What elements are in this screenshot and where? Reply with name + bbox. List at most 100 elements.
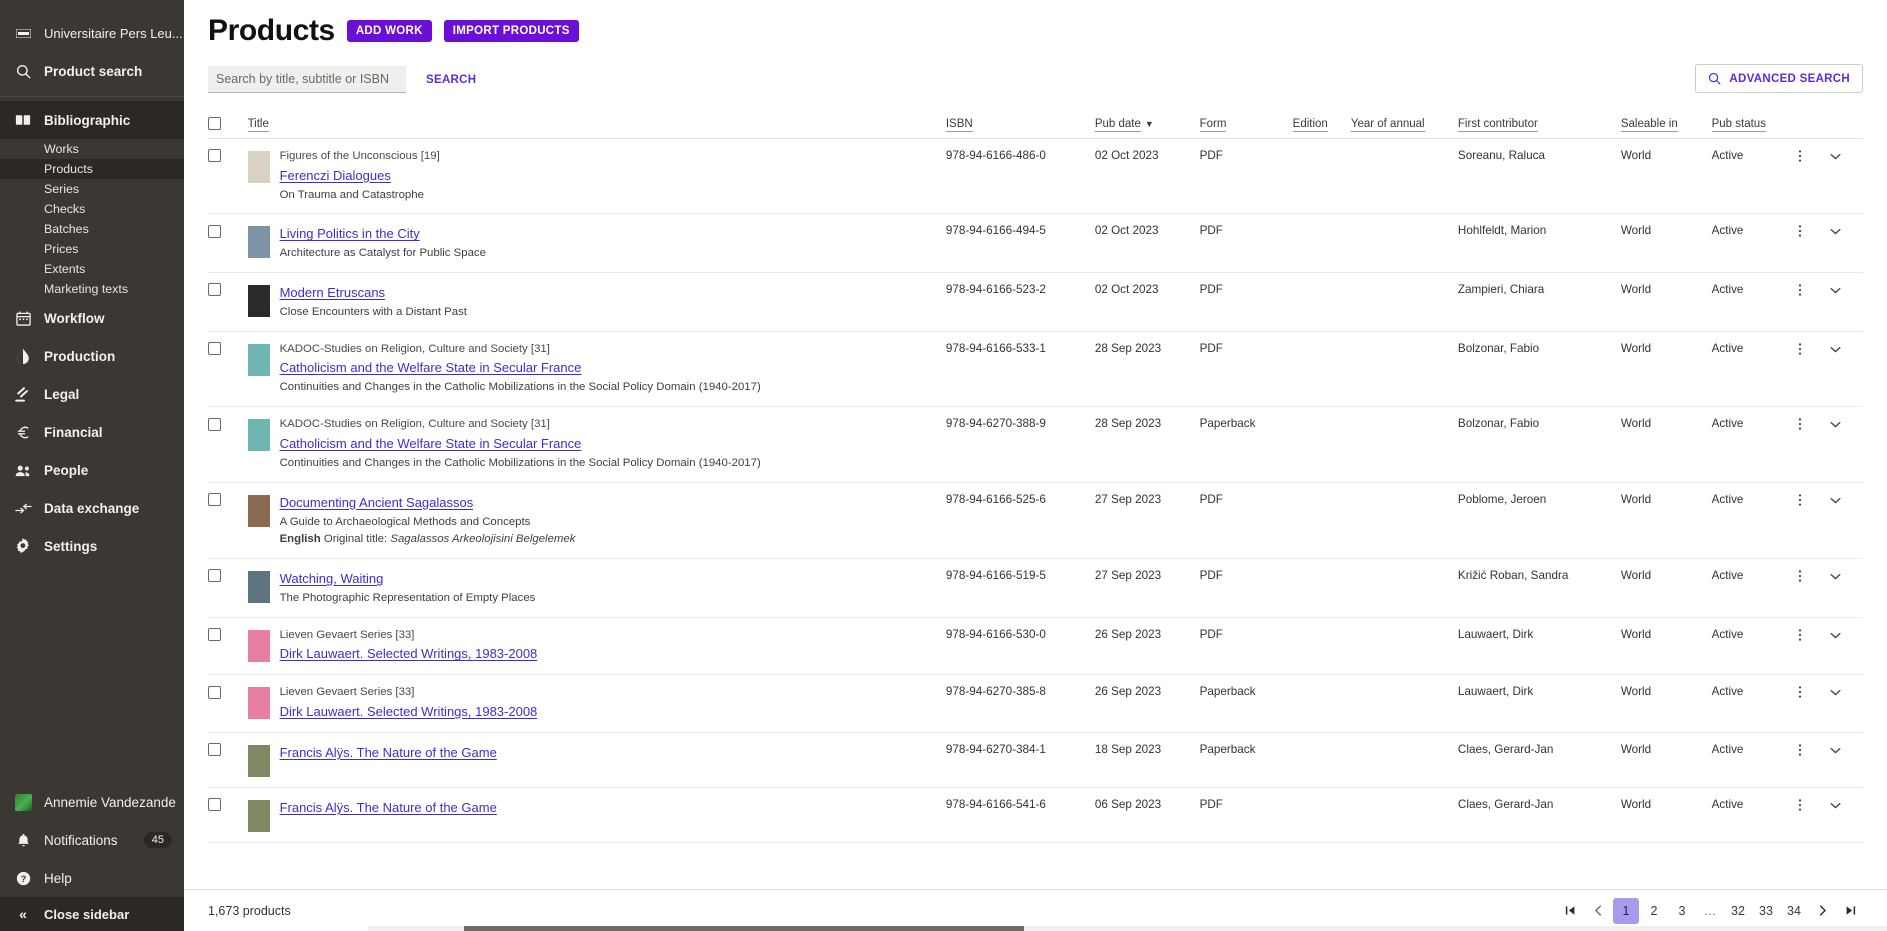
row-checkbox[interactable] bbox=[208, 569, 221, 583]
column-header-isbn[interactable]: ISBN bbox=[945, 109, 1095, 139]
row-checkbox[interactable] bbox=[208, 283, 221, 297]
chevron-down-icon[interactable] bbox=[1828, 283, 1843, 298]
row-more-actions-button[interactable] bbox=[1793, 149, 1807, 163]
horizontal-scrollbar-thumb[interactable] bbox=[464, 926, 1024, 931]
table-row[interactable]: Francis Alÿs. The Nature of the Game 978-… bbox=[208, 787, 1863, 843]
search-input[interactable] bbox=[208, 66, 406, 93]
row-more-actions-button[interactable] bbox=[1793, 493, 1807, 507]
chevron-down-icon[interactable] bbox=[1828, 743, 1843, 758]
row-title-link[interactable]: Watching, Waiting bbox=[280, 570, 384, 588]
sidebar-item-checks[interactable]: Checks bbox=[0, 199, 184, 219]
column-header-form[interactable]: Form bbox=[1199, 109, 1293, 139]
sidebar-item-products[interactable]: Products bbox=[0, 159, 184, 179]
sidebar-product-search[interactable]: Product search bbox=[0, 52, 184, 90]
row-more-actions-button[interactable] bbox=[1793, 628, 1807, 642]
sidebar-organization[interactable]: Universitaire Pers Leu... bbox=[0, 14, 184, 52]
sidebar-help[interactable]: ? Help bbox=[0, 859, 184, 897]
table-row[interactable]: Lieven Gevaert Series [33] Dirk Lauwaert.… bbox=[208, 617, 1863, 675]
sidebar-item-workflow[interactable]: Workflow bbox=[0, 299, 184, 337]
sidebar-item-settings[interactable]: Settings bbox=[0, 527, 184, 565]
row-title-link[interactable]: Documenting Ancient Sagalassos bbox=[280, 494, 474, 512]
pagination-prev-button[interactable] bbox=[1585, 898, 1611, 924]
row-checkbox[interactable] bbox=[208, 149, 221, 163]
row-more-actions-button[interactable] bbox=[1793, 417, 1807, 431]
row-more-actions-button[interactable] bbox=[1793, 685, 1807, 699]
sidebar-item-production[interactable]: Production bbox=[0, 337, 184, 375]
row-title-link[interactable]: Catholicism and the Welfare State in Sec… bbox=[280, 359, 582, 377]
row-title-link[interactable]: Modern Etruscans bbox=[280, 284, 386, 302]
chevron-down-icon[interactable] bbox=[1828, 685, 1843, 700]
pagination-page-34[interactable]: 34 bbox=[1781, 898, 1807, 924]
sidebar-item-prices[interactable]: Prices bbox=[0, 239, 184, 259]
advanced-search-button[interactable]: ADVANCED SEARCH bbox=[1695, 64, 1863, 93]
column-header-saleable-in[interactable]: Saleable in bbox=[1620, 109, 1712, 139]
table-row[interactable]: Living Politics in the City Architecture … bbox=[208, 214, 1863, 273]
sidebar-item-marketing-texts[interactable]: Marketing texts bbox=[0, 279, 184, 299]
pagination-page-33[interactable]: 33 bbox=[1753, 898, 1779, 924]
row-title-link[interactable]: Ferenczi Dialogues bbox=[280, 167, 391, 185]
column-header-first-contributor[interactable]: First contributor bbox=[1457, 109, 1621, 139]
chevron-down-icon[interactable] bbox=[1828, 628, 1843, 643]
sidebar-item-bibliographic[interactable]: Bibliographic bbox=[0, 101, 184, 139]
sidebar-item-works[interactable]: Works bbox=[0, 139, 184, 159]
table-row[interactable]: Francis Alÿs. The Nature of the Game 978-… bbox=[208, 732, 1863, 788]
sidebar-notifications[interactable]: Notifications 45 bbox=[0, 821, 184, 859]
sidebar-item-extents[interactable]: Extents bbox=[0, 259, 184, 279]
sidebar-item-legal[interactable]: Legal bbox=[0, 375, 184, 413]
sidebar-item-data-exchange[interactable]: Data exchange bbox=[0, 489, 184, 527]
column-header-edition[interactable]: Edition bbox=[1292, 109, 1351, 139]
row-checkbox[interactable] bbox=[208, 743, 221, 757]
table-row[interactable]: Modern Etruscans Close Encounters with a … bbox=[208, 273, 1863, 332]
chevron-down-icon[interactable] bbox=[1828, 149, 1843, 164]
row-title-link[interactable]: Catholicism and the Welfare State in Sec… bbox=[280, 435, 582, 453]
horizontal-scrollbar[interactable] bbox=[368, 926, 1887, 931]
pagination-page-2[interactable]: 2 bbox=[1641, 898, 1667, 924]
sidebar-item-series[interactable]: Series bbox=[0, 179, 184, 199]
add-work-button[interactable]: ADD WORK bbox=[346, 20, 432, 42]
sidebar-item-financial[interactable]: Financial bbox=[0, 413, 184, 451]
row-title-link[interactable]: Francis Alÿs. The Nature of the Game bbox=[280, 799, 497, 817]
chevron-down-icon[interactable] bbox=[1828, 493, 1843, 508]
row-more-actions-button[interactable] bbox=[1793, 224, 1807, 238]
column-header-pub-status[interactable]: Pub status bbox=[1711, 109, 1793, 139]
sidebar-item-batches[interactable]: Batches bbox=[0, 219, 184, 239]
table-row[interactable]: Lieven Gevaert Series [33] Dirk Lauwaert.… bbox=[208, 675, 1863, 733]
row-title-link[interactable]: Dirk Lauwaert. Selected Writings, 1983-2… bbox=[280, 703, 538, 721]
column-header-title[interactable]: Title bbox=[247, 109, 946, 139]
pagination-last-button[interactable] bbox=[1837, 898, 1863, 924]
close-sidebar-button[interactable]: « Close sidebar bbox=[0, 897, 184, 931]
chevron-down-icon[interactable] bbox=[1828, 342, 1843, 357]
pagination-page-1[interactable]: 1 bbox=[1613, 897, 1639, 924]
row-more-actions-button[interactable] bbox=[1793, 342, 1807, 356]
import-products-button[interactable]: IMPORT PRODUCTS bbox=[443, 20, 579, 42]
row-checkbox[interactable] bbox=[208, 685, 221, 699]
row-checkbox[interactable] bbox=[208, 798, 221, 812]
row-more-actions-button[interactable] bbox=[1793, 283, 1807, 297]
sidebar-item-people[interactable]: People bbox=[0, 451, 184, 489]
row-checkbox[interactable] bbox=[208, 342, 221, 356]
row-checkbox[interactable] bbox=[208, 628, 221, 642]
chevron-down-icon[interactable] bbox=[1828, 798, 1843, 813]
row-more-actions-button[interactable] bbox=[1793, 798, 1807, 812]
pagination-first-button[interactable] bbox=[1557, 898, 1583, 924]
row-title-link[interactable]: Francis Alÿs. The Nature of the Game bbox=[280, 744, 497, 762]
table-row[interactable]: KADOC-Studies on Religion, Culture and S… bbox=[208, 407, 1863, 483]
chevron-down-icon[interactable] bbox=[1828, 417, 1843, 432]
chevron-down-icon[interactable] bbox=[1828, 224, 1843, 239]
search-button[interactable]: SEARCH bbox=[420, 73, 482, 87]
select-all-checkbox[interactable] bbox=[208, 117, 221, 130]
table-row[interactable]: Figures of the Unconscious [19] Ferenczi … bbox=[208, 139, 1863, 214]
table-row[interactable]: Watching, Waiting The Photographic Repres… bbox=[208, 558, 1863, 618]
row-checkbox[interactable] bbox=[208, 224, 221, 238]
pagination-page-3[interactable]: 3 bbox=[1669, 898, 1695, 924]
row-more-actions-button[interactable] bbox=[1793, 743, 1807, 757]
column-header-year-of-annual[interactable]: Year of annual bbox=[1350, 109, 1458, 139]
row-more-actions-button[interactable] bbox=[1793, 569, 1807, 583]
column-header-pub-date[interactable]: Pub date ▼ bbox=[1094, 109, 1200, 139]
row-title-link[interactable]: Dirk Lauwaert. Selected Writings, 1983-2… bbox=[280, 645, 538, 663]
row-checkbox[interactable] bbox=[208, 492, 221, 506]
table-row[interactable]: Documenting Ancient Sagalassos A Guide to… bbox=[208, 482, 1863, 559]
row-checkbox[interactable] bbox=[208, 417, 221, 431]
sidebar-user[interactable]: Annemie Vandezande bbox=[0, 783, 184, 821]
row-title-link[interactable]: Living Politics in the City bbox=[280, 225, 420, 243]
